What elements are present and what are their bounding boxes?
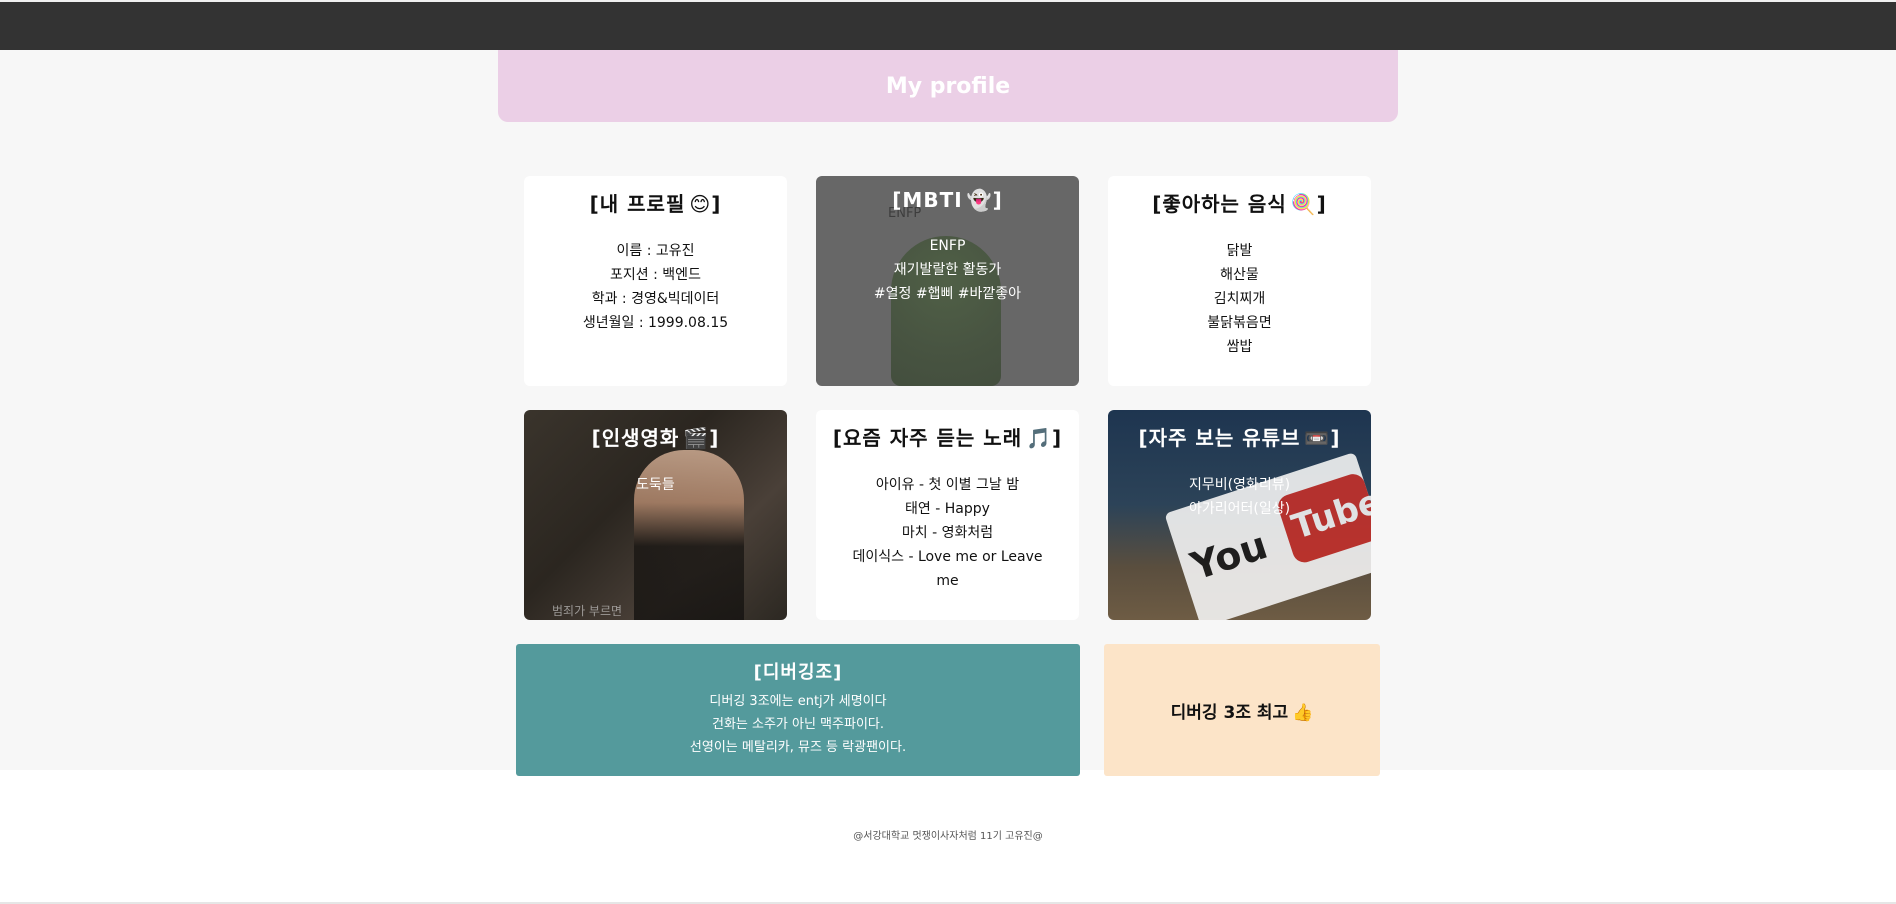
mbti-title-end: ] (992, 188, 1003, 212)
youtube-channel: 아가리어터(일상) (1188, 501, 1291, 517)
food-item: 김치찌개 (1213, 291, 1266, 307)
youtube-channel: 지무비(영화리뷰) (1188, 477, 1291, 493)
mbti-description: 재기발랄한 활동가 (893, 262, 1002, 278)
food-title-end: ] (1316, 192, 1327, 216)
food-title-text: [좋아하는 음식 (1152, 192, 1287, 216)
profile-major: 학과 : 경영&빅데이터 (591, 291, 720, 307)
movie-title-end: ] (709, 426, 720, 450)
food-item: 해산물 (1220, 267, 1259, 283)
song-item: 태연 - Happy (905, 501, 990, 517)
cheer-card: 디버깅 3조 최고 👍 (1104, 644, 1380, 776)
food-card-title: [좋아하는 음식 🍭] (1108, 188, 1371, 217)
music-title-end: ] (1052, 426, 1063, 450)
food-card: [좋아하는 음식 🍭] 닭발 해산물 김치찌개 불닭볶음면 쌈밥 (1108, 176, 1371, 386)
mbti-overlay: [MBTI 👻] ENFP 재기발랄한 활동가 #열정 #햅삐 #바깥좋아 (816, 188, 1079, 306)
song-item: 아이유 - 첫 이별 그날 밤 (875, 477, 1020, 493)
food-item: 불닭볶음면 (1207, 315, 1272, 331)
thumbs-up-icon: 👍 (1292, 702, 1314, 723)
team-card-body: 디버깅 3조에는 entj가 세명이다 건화는 소주가 아닌 맥주파이다. 선영… (516, 690, 1080, 759)
ghost-icon: 👻 (966, 188, 993, 212)
team-fact: 선영이는 메탈리카, 뮤즈 등 락광팬이다. (689, 740, 907, 755)
profile-card-body: 이름 : 고유진 포지션 : 백엔드 학과 : 경영&빅데이터 생년월일 : 1… (524, 239, 787, 335)
song-item: 마치 - 영화처럼 (901, 525, 994, 541)
team-fact: 건화는 소주가 아닌 맥주파이다. (711, 717, 884, 732)
youtube-logo-you: You (1185, 523, 1273, 589)
youtube-overlay: [자주 보는 유튜브 📼] 지무비(영화리뷰) 아가리어터(일상) (1108, 422, 1371, 521)
mbti-card: ENFP [MBTI 👻] ENFP 재기발랄한 활동가 #열정 #햅삐 #바깥좋… (816, 176, 1079, 386)
music-note-icon: 🎵 (1026, 426, 1052, 450)
page-title: My profile (885, 73, 1011, 99)
youtube-card: You Tube [자주 보는 유튜브 📼] 지무비(영화리뷰) 아가리어터(일상… (1108, 410, 1371, 620)
profile-card-title: [내 프로필 😊] (524, 188, 787, 217)
profile-name: 이름 : 고유진 (616, 243, 695, 259)
lollipop-icon: 🍭 (1290, 192, 1317, 216)
team-fact: 디버깅 3조에는 entj가 세명이다 (709, 694, 887, 709)
food-card-body: 닭발 해산물 김치찌개 불닭볶음면 쌈밥 (1108, 239, 1371, 359)
youtube-card-title: [자주 보는 유튜브 📼] (1108, 422, 1371, 451)
profile-title-text: [내 프로필 (589, 192, 686, 216)
youtube-card-body: 지무비(영화리뷰) 아가리어터(일상) (1108, 473, 1371, 521)
movie-poster-caption: 범죄가 부르면 (552, 604, 623, 618)
cheer-text: 디버깅 3조 최고 👍 (1171, 698, 1314, 723)
team-card-title: [디버깅조] (753, 662, 843, 683)
profile-title-end: ] (711, 192, 722, 216)
movie-card-body: 도둑들 (524, 473, 787, 497)
youtube-title-end: ] (1330, 426, 1341, 450)
cheer-text-label: 디버깅 3조 최고 (1170, 702, 1289, 723)
mbti-hashtags: #열정 #햅삐 #바깥좋아 (873, 286, 1022, 302)
top-navbar (0, 0, 1896, 50)
food-item: 닭발 (1226, 243, 1253, 259)
mbti-card-title: [MBTI 👻] (816, 188, 1079, 212)
music-card: [요즘 자주 듣는 노래 🎵] 아이유 - 첫 이별 그날 밤 태연 - Happ… (816, 410, 1079, 620)
clapperboard-icon: 🎬 (683, 426, 710, 450)
mbti-title-text: [MBTI (892, 188, 963, 212)
movie-name: 도둑들 (636, 477, 675, 493)
youtube-title-text: [자주 보는 유튜브 (1138, 426, 1301, 450)
profile-birthday: 생년월일 : 1999.08.15 (582, 315, 729, 331)
smile-icon: 😊 (689, 192, 712, 216)
music-card-body: 아이유 - 첫 이별 그날 밤 태연 - Happy 마치 - 영화처럼 데이식… (816, 473, 1079, 593)
music-card-title: [요즘 자주 듣는 노래 🎵] (816, 422, 1079, 451)
music-title-text: [요즘 자주 듣는 노래 (832, 426, 1023, 450)
movie-card-title: [인생영화 🎬] (524, 422, 787, 451)
footer-copyright: @서강대학교 멋쟁이사자처럼 11기 고유진@ (853, 831, 1043, 842)
videocassette-icon: 📼 (1304, 426, 1331, 450)
mbti-type: ENFP (929, 238, 966, 254)
movie-title-text: [인생영화 (591, 426, 680, 450)
header-banner: My profile (498, 50, 1398, 122)
profile-position: 포지션 : 백엔드 (610, 267, 701, 283)
mbti-card-body: ENFP 재기발랄한 활동가 #열정 #햅삐 #바깥좋아 (816, 234, 1079, 306)
team-card: [디버깅조] 디버깅 3조에는 entj가 세명이다 건화는 소주가 아닌 맥주… (516, 644, 1080, 776)
profile-card: [내 프로필 😊] 이름 : 고유진 포지션 : 백엔드 학과 : 경영&빅데이터… (524, 176, 787, 386)
song-item: 데이식스 - Love me or Leave me (852, 549, 1043, 589)
movie-overlay: [인생영화 🎬] 도둑들 (524, 422, 787, 497)
food-item: 쌈밥 (1226, 339, 1253, 355)
movie-card: 범죄가 부르면 [인생영화 🎬] 도둑들 (524, 410, 787, 620)
